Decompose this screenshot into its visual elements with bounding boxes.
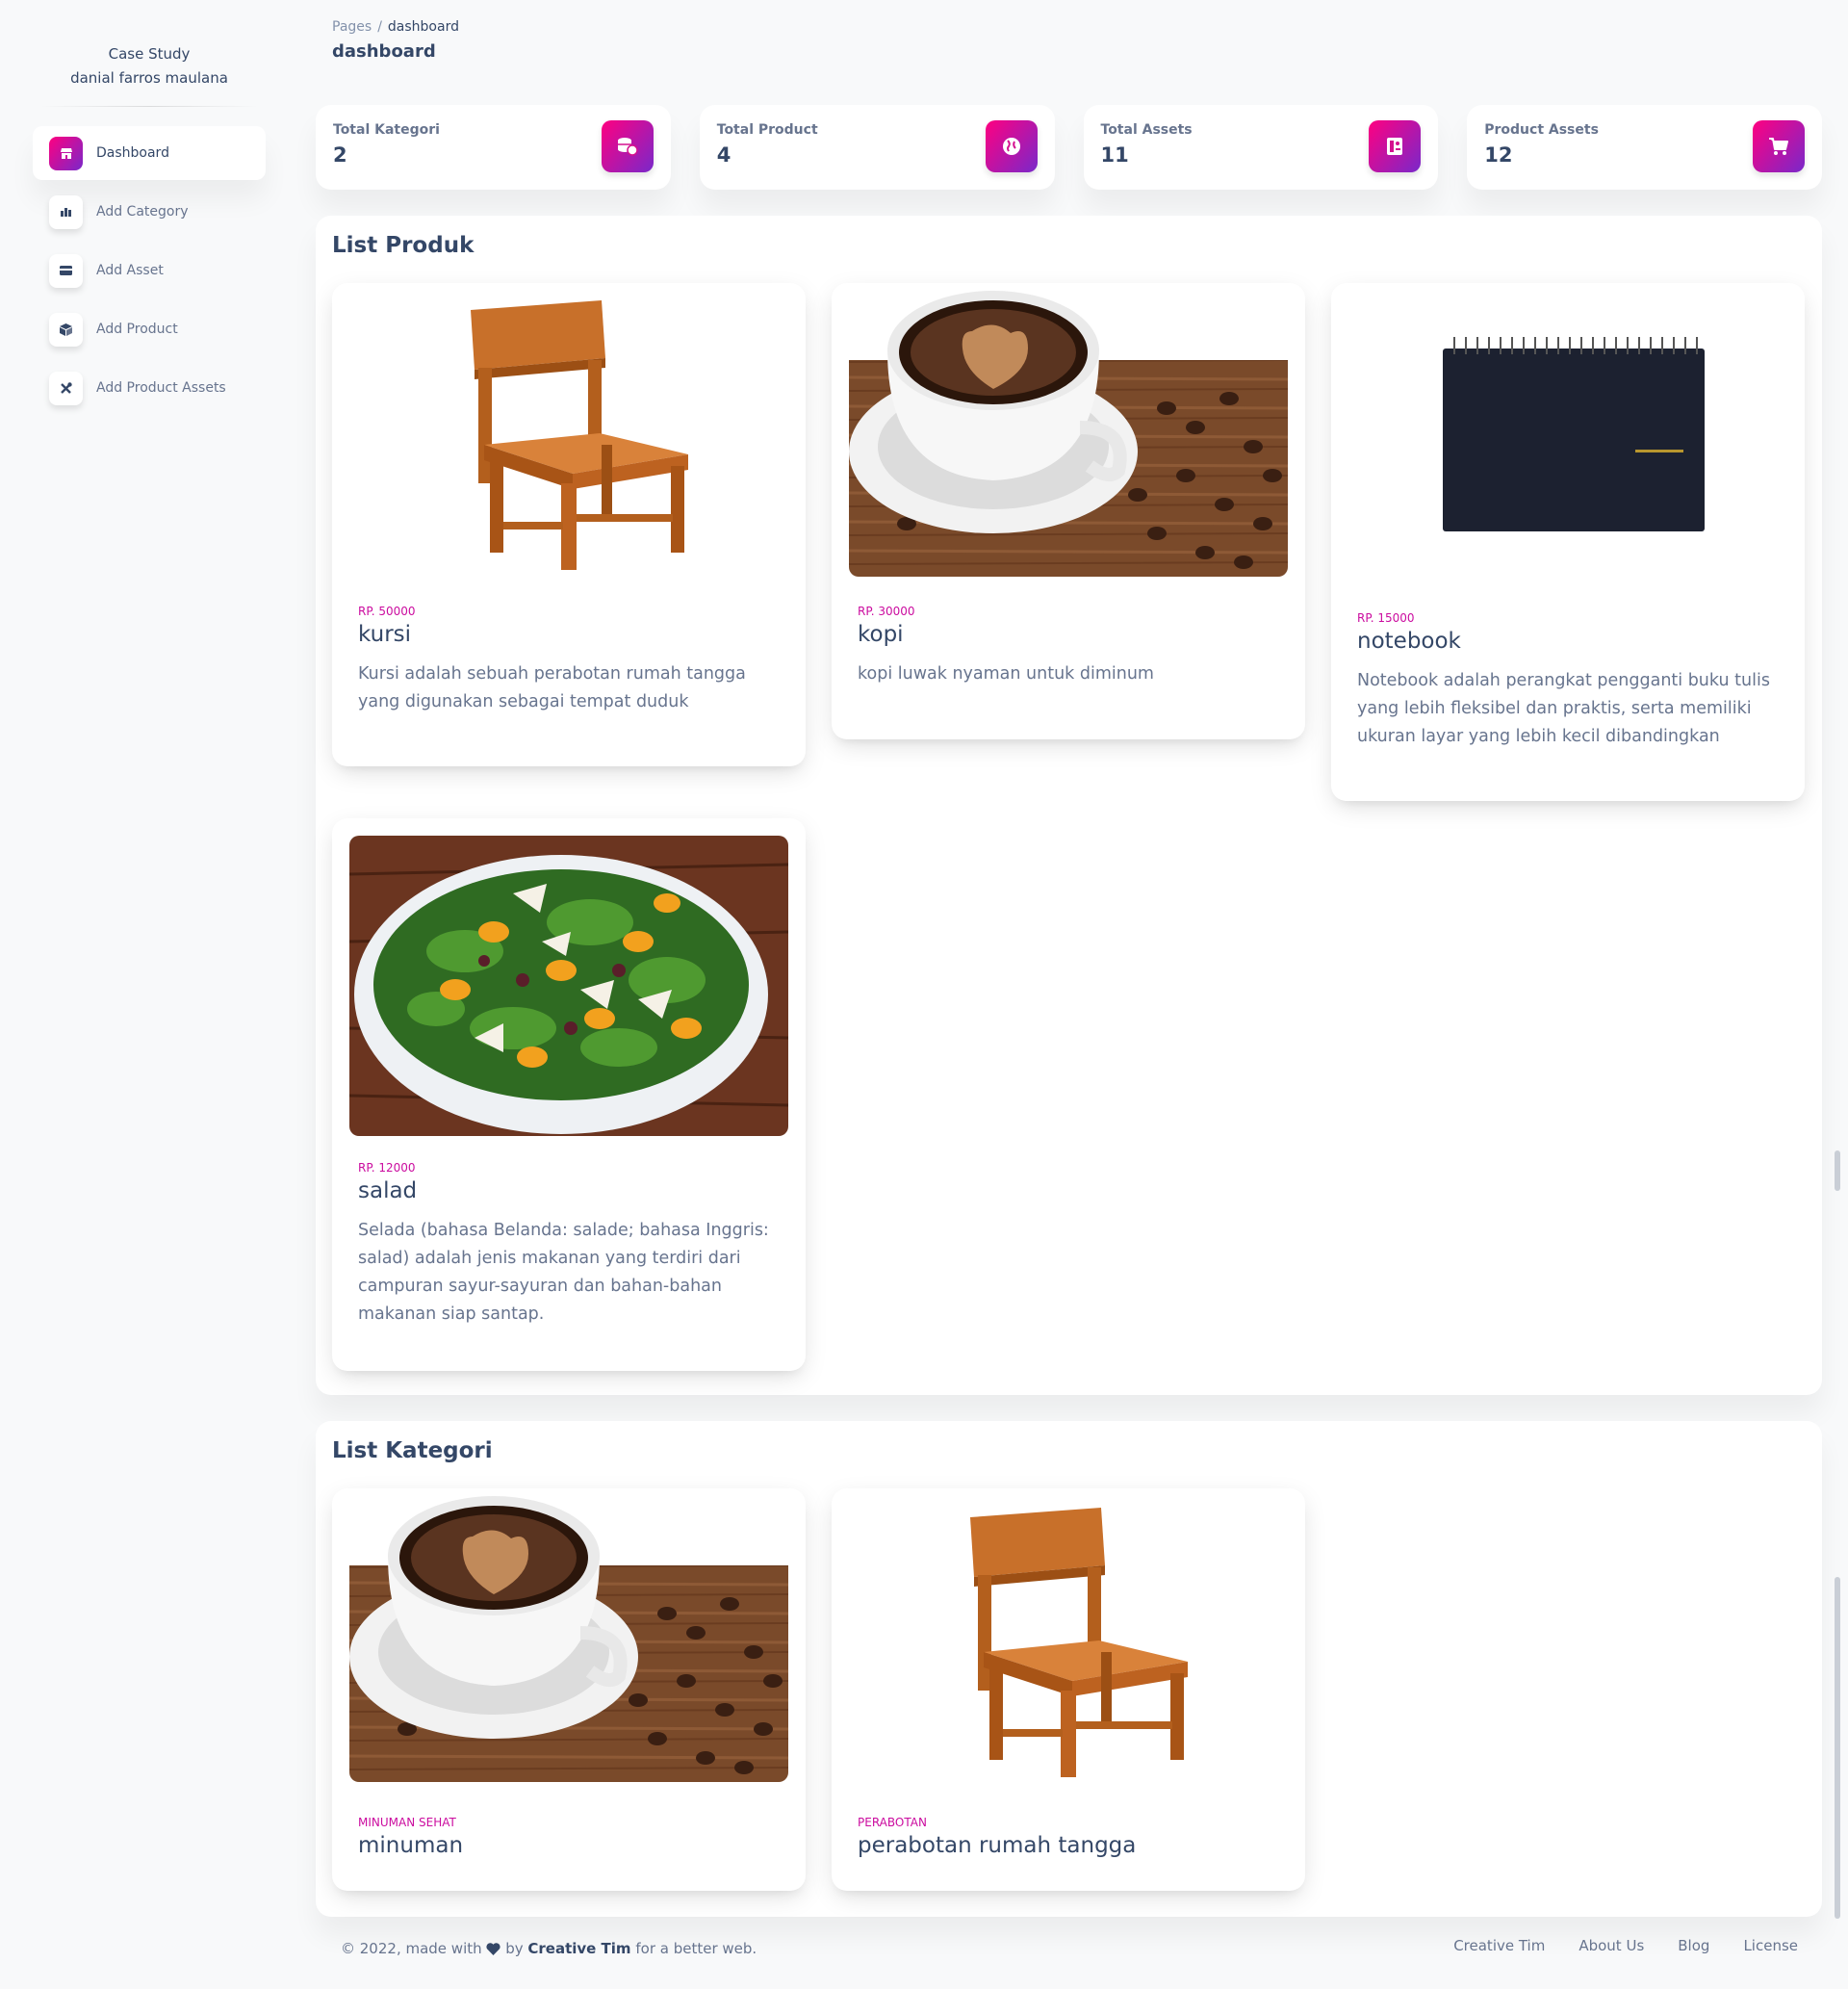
footer-link-about-us[interactable]: About Us	[1578, 1937, 1644, 1954]
document-icon	[1369, 120, 1422, 172]
footer-link-blog[interactable]: Blog	[1678, 1937, 1709, 1954]
breadcrumb-root[interactable]: Pages	[332, 19, 372, 35]
product-description: Kursi adalah sebuah perabotan rumah tang…	[358, 664, 746, 711]
sidebar-item-add-category[interactable]: Add Category	[33, 185, 266, 239]
brand[interactable]: Case Study danial farros maulana	[33, 39, 266, 106]
stat-card-product-assets: Product Assets 12	[1467, 105, 1822, 190]
credit-card-icon	[49, 253, 83, 288]
product-name[interactable]: kopi	[858, 622, 904, 647]
category-name[interactable]: perabotan rumah tangga	[858, 1833, 1136, 1858]
footer-links: Creative Tim About Us Blog License	[1453, 1937, 1798, 1954]
by-text: by	[505, 1940, 524, 1957]
page-title: dashboard	[332, 41, 436, 62]
coffee-image	[349, 1488, 788, 1782]
product-description: Notebook adalah perangkat pengganti buku…	[1357, 671, 1770, 746]
category-card-perabotan[interactable]: PERABOTAN perabotan rumah tangga	[832, 1488, 1305, 1891]
brand-title: Case Study	[108, 45, 191, 63]
product-description: Selada (bahasa Belanda: salade; bahasa I…	[358, 1221, 769, 1324]
product-name[interactable]: salad	[358, 1178, 417, 1203]
category-tag: MINUMAN SEHAT	[358, 1816, 456, 1829]
sidebar-item-label: Add Category	[96, 204, 189, 220]
product-price: RP. 12000	[358, 1161, 416, 1175]
sidebar-item-add-product[interactable]: Add Product	[33, 302, 266, 356]
category-card-minuman[interactable]: MINUMAN SEHAT minuman	[332, 1488, 806, 1891]
breadcrumb-current: dashboard	[387, 19, 459, 35]
brand-subtitle: danial farros maulana	[70, 69, 228, 87]
coffee-image	[849, 283, 1288, 577]
footer-link-license[interactable]: License	[1743, 1937, 1798, 1954]
product-card-kopi[interactable]: RP. 30000 kopi kopi luwak nyaman untuk d…	[832, 283, 1305, 739]
divider	[40, 106, 258, 107]
sidebar-item-label: Add Asset	[96, 263, 164, 278]
stat-card-total-kategori: Total Kategori 2	[316, 105, 671, 190]
footer-copyright: © 2022, made with by Creative Tim for a …	[341, 1940, 757, 1959]
product-price: RP. 30000	[858, 605, 915, 618]
shop-icon	[49, 136, 83, 170]
stat-card-total-assets: Total Assets 11	[1083, 105, 1439, 190]
sidebar-item-add-product-assets[interactable]: Add Product Assets	[33, 361, 266, 415]
scrollbar-indicator[interactable]	[1835, 1150, 1840, 1191]
product-card-kursi[interactable]: RP. 50000 kursi Kursi adalah sebuah pera…	[332, 283, 806, 766]
sidebar: Case Study danial farros maulana Dashboa…	[33, 39, 266, 420]
section-title: List Kategori	[332, 1438, 493, 1463]
coins-icon	[601, 120, 654, 172]
section-title: List Produk	[332, 233, 475, 258]
notebook-image	[1348, 291, 1787, 580]
salad-image	[349, 836, 788, 1136]
produk-section: List Produk RP. 50000 kursi Kursi adalah…	[316, 216, 1822, 1395]
category-tag: PERABOTAN	[858, 1816, 927, 1829]
author-link[interactable]: Creative Tim	[527, 1940, 630, 1957]
kategori-section: List Kategori MINUMAN SEHAT minuman PERA…	[316, 1421, 1822, 1917]
stats-row: Total Kategori 2 Total Product 4 Total A…	[316, 105, 1822, 190]
category-image	[349, 1488, 788, 1782]
product-card-salad[interactable]: RP. 12000 salad Selada (bahasa Belanda: …	[332, 818, 806, 1371]
product-description: kopi luwak nyaman untuk diminum	[858, 664, 1154, 684]
sidebar-item-label: Add Product Assets	[96, 380, 226, 396]
stat-card-total-product: Total Product 4	[699, 105, 1055, 190]
product-image	[1348, 291, 1787, 580]
product-price: RP. 15000	[1357, 611, 1415, 625]
copyright-text: © 2022, made with	[341, 1940, 482, 1957]
product-card-notebook[interactable]: RP. 15000 notebook Notebook adalah peran…	[1331, 283, 1805, 801]
product-price: RP. 50000	[358, 605, 416, 618]
product-image	[849, 283, 1288, 577]
heart-icon	[486, 1942, 500, 1959]
chair-image	[349, 291, 788, 570]
breadcrumb: Pages / dashboard	[332, 19, 459, 35]
category-name[interactable]: minuman	[358, 1833, 463, 1858]
category-image	[849, 1498, 1288, 1777]
suffix-text: for a better web.	[635, 1940, 757, 1957]
breadcrumb-separator: /	[377, 19, 382, 35]
cart-icon	[1753, 120, 1805, 172]
product-name[interactable]: notebook	[1357, 629, 1461, 654]
scrollbar-thumb[interactable]	[1835, 1577, 1840, 1919]
product-image	[349, 291, 788, 570]
box-icon	[49, 312, 83, 347]
tools-icon	[49, 371, 83, 405]
sidebar-item-label: Dashboard	[96, 145, 169, 161]
globe-icon	[985, 120, 1038, 172]
footer-link-creative-tim[interactable]: Creative Tim	[1453, 1937, 1545, 1954]
sidebar-item-add-asset[interactable]: Add Asset	[33, 244, 266, 297]
chart-icon	[49, 194, 83, 229]
product-image	[349, 836, 788, 1136]
product-name[interactable]: kursi	[358, 622, 411, 647]
chair-image	[849, 1498, 1288, 1777]
sidebar-item-label: Add Product	[96, 322, 178, 337]
sidebar-item-dashboard[interactable]: Dashboard	[33, 126, 266, 180]
